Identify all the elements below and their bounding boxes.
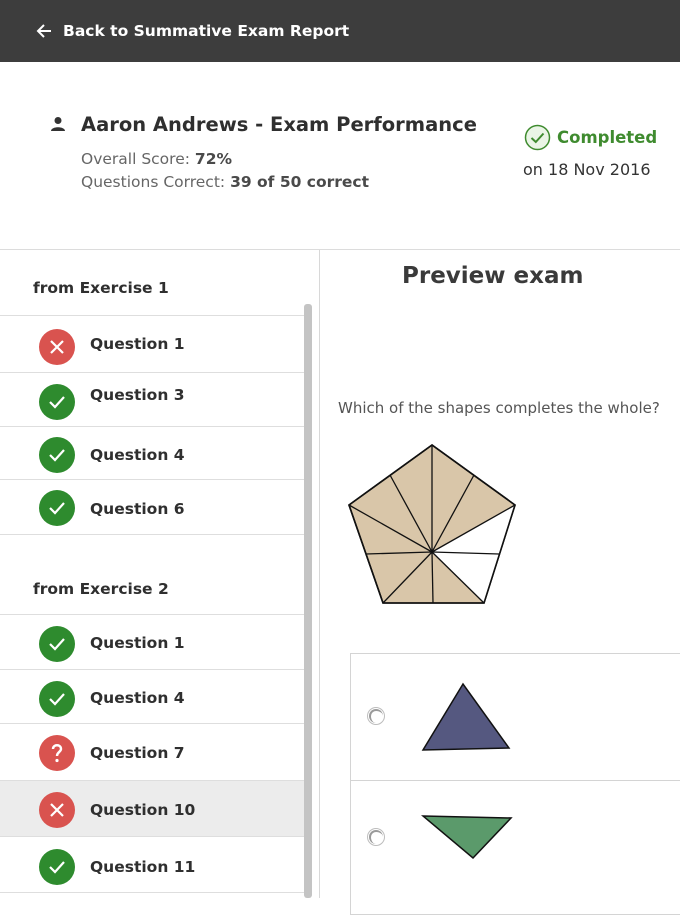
section-title: from Exercise 1 [33, 279, 169, 297]
question-label: Question 3 [90, 386, 185, 404]
questions-correct-value: 39 of 50 correct [230, 173, 370, 191]
preview-title: Preview exam [402, 263, 584, 289]
status-date: on 18 Nov 2016 [523, 160, 651, 179]
check-icon [39, 849, 75, 885]
sidebar-scrollbar[interactable] [304, 304, 312, 898]
check-icon [39, 437, 75, 473]
question-label: Question 11 [90, 858, 196, 876]
question-item[interactable]: Question 7 [0, 723, 305, 780]
overall-score-value: 72% [194, 150, 233, 168]
wrong-icon [39, 329, 75, 365]
status-badge: Completed [524, 124, 657, 151]
triangle-shape [421, 815, 513, 860]
question-item[interactable]: Question 6 [0, 479, 305, 535]
pentagon-figure [348, 444, 516, 604]
check-icon [39, 384, 75, 420]
question-text: Which of the shapes completes the whole? [338, 399, 660, 417]
status-label: Completed [557, 128, 658, 147]
student-title: Aaron Andrews - Exam Performance [81, 113, 477, 136]
triangle-shape [421, 682, 511, 751]
question-label: Question 4 [90, 689, 185, 707]
questions-correct: Questions Correct: 39 of 50 correct [81, 173, 370, 191]
check-icon [39, 681, 75, 717]
question-item[interactable]: Question 1 [0, 614, 305, 669]
preview-panel: Preview exam Which of the shapes complet… [320, 250, 680, 915]
section-title: from Exercise 2 [33, 580, 169, 598]
question-mark-icon [39, 735, 75, 771]
check-circle-icon [524, 124, 551, 151]
arrow-left-icon [36, 24, 51, 38]
question-item[interactable]: Question 3 [0, 372, 305, 426]
overall-score: Overall Score: 72% [81, 150, 233, 168]
check-icon [39, 626, 75, 662]
user-icon [51, 117, 65, 131]
answer-radio[interactable] [367, 828, 385, 846]
question-label: Question 1 [90, 335, 185, 353]
question-label: Question 7 [90, 744, 185, 762]
answer-option[interactable] [351, 654, 680, 780]
question-label: Question 6 [90, 500, 185, 518]
question-label: Question 4 [90, 446, 185, 464]
check-icon [39, 490, 75, 526]
answer-option[interactable] [351, 780, 680, 915]
top-bar: Back to Summative Exam Report [0, 0, 680, 62]
answer-options [350, 653, 680, 915]
question-item-selected[interactable]: Question 10 [0, 780, 305, 836]
question-item[interactable]: Question 4 [0, 426, 305, 479]
question-item[interactable]: Question 1 [0, 315, 305, 372]
back-label: Back to Summative Exam Report [63, 22, 350, 40]
student-header: Aaron Andrews - Exam Performance Overall… [0, 62, 680, 249]
question-sidebar[interactable]: from Exercise 1 Question 1 Question 3 Qu… [0, 250, 320, 898]
question-label: Question 1 [90, 634, 185, 652]
question-item[interactable]: Question 11 [0, 836, 305, 893]
question-item[interactable]: Question 4 [0, 669, 305, 723]
answer-radio[interactable] [367, 707, 385, 725]
back-to-report-link[interactable]: Back to Summative Exam Report [36, 22, 349, 40]
question-label: Question 10 [90, 801, 196, 819]
wrong-icon [39, 792, 75, 828]
